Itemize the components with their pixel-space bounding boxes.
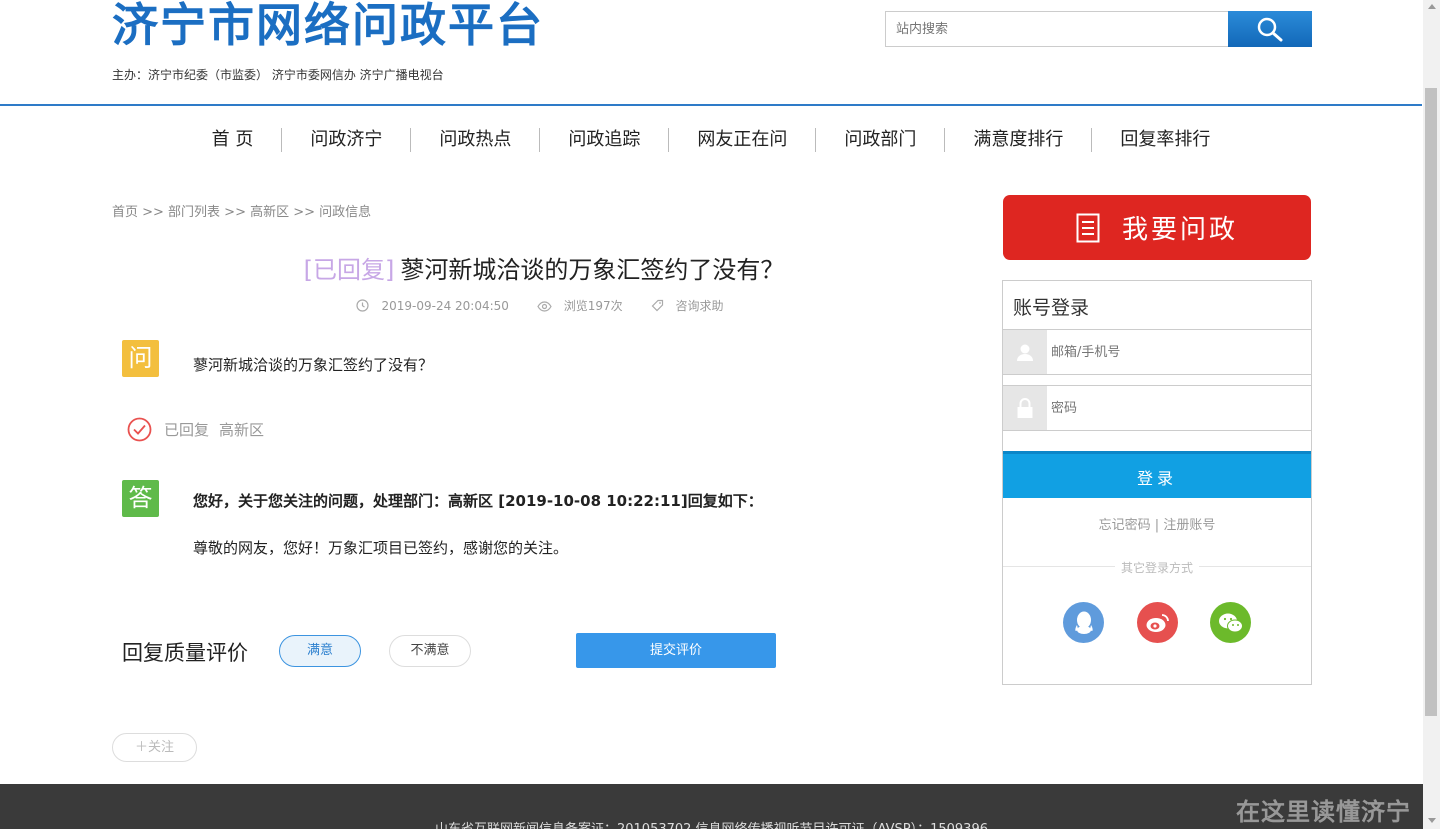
eye-icon — [537, 301, 552, 312]
search-icon — [1257, 17, 1283, 42]
weibo-icon — [1146, 613, 1169, 632]
meta-views-text: 浏览197次 — [563, 299, 623, 313]
other-login-label: 其它登录方式 — [1003, 559, 1311, 576]
username-input[interactable] — [1047, 330, 1311, 374]
submit-rating-button[interactable]: 提交评价 — [576, 633, 776, 668]
question-meta: 2019-09-24 20:04:50 浏览197次 咨询求助 — [112, 297, 976, 314]
rating-label: 回复质量评价 — [122, 641, 248, 665]
password-input[interactable] — [1047, 386, 1311, 430]
search-input[interactable] — [885, 11, 1228, 47]
main-nav: 首 页 问政济宁 问政热点 问政追踪 网友正在问 问政部门 满意度排行 回复率排… — [0, 120, 1422, 160]
watermark-slogan: 在这里读懂济宁 — [1236, 798, 1411, 826]
username-row — [1003, 329, 1311, 375]
nav-wenzheng-jining[interactable]: 问政济宁 — [282, 128, 410, 152]
vertical-scrollbar[interactable] — [1423, 0, 1440, 829]
meta-time-text: 2019-09-24 20:04:50 — [381, 299, 509, 313]
question-title-text: 蓼河新城洽谈的万象汇签约了没有？ — [400, 256, 785, 284]
answer-badge: 答 — [122, 480, 159, 517]
reply-status-row: 已回复 高新区 — [127, 417, 264, 442]
meta-views: 浏览197次 — [537, 299, 631, 313]
answer-content: 尊敬的网友，您好！万象汇项目已签约，感谢您的关注。 — [193, 539, 569, 557]
reply-department: 高新区 — [219, 421, 265, 439]
host-info: 主办：济宁市纪委（市监委） 济宁市委网信办 济宁广播电视台 — [112, 68, 444, 82]
satisfied-button[interactable]: 满意 — [279, 635, 361, 667]
header-divider — [0, 104, 1422, 106]
question-content: 蓼河新城洽谈的万象汇签约了没有？ — [193, 356, 434, 374]
footer: 山东省互联网新闻信息备案证：201053702 信息网络传播视听节目许可证（AV… — [0, 784, 1423, 829]
ask-question-button[interactable]: 我要问政 — [1003, 195, 1311, 260]
password-row — [1003, 385, 1311, 431]
nav-tracking[interactable]: 问政追踪 — [540, 128, 668, 152]
ask-question-label: 我要问政 — [1121, 215, 1238, 245]
nav-satisfaction-rank[interactable]: 满意度排行 — [945, 128, 1091, 152]
tag-icon — [651, 299, 663, 312]
clock-icon — [356, 299, 370, 312]
register-link[interactable]: 注册账号 — [1163, 518, 1215, 533]
login-button[interactable]: 登录 — [1003, 451, 1311, 498]
nav-netizens-asking[interactable]: 网友正在问 — [669, 128, 815, 152]
status-badge: [已回复] — [303, 256, 395, 284]
qq-icon — [1074, 611, 1093, 634]
scroll-up-arrow-icon[interactable] — [1428, 4, 1436, 9]
wechat-icon — [1218, 613, 1243, 632]
other-login-text: 其它登录方式 — [1114, 561, 1199, 575]
scroll-down-arrow-icon[interactable] — [1428, 818, 1436, 823]
meta-tag: 咨询求助 — [651, 299, 732, 313]
qq-login-button[interactable] — [1063, 602, 1104, 643]
answer-header: 您好，关于您关注的问题，处理部门：高新区 [2019-10-08 10:22:1… — [193, 492, 763, 510]
nav-reply-rate-rank[interactable]: 回复率排行 — [1092, 128, 1238, 152]
lock-icon — [1003, 386, 1047, 430]
breadcrumb[interactable]: 首页 >> 部门列表 >> 高新区 >> 问政信息 — [112, 201, 371, 220]
follow-label: 关注 — [148, 740, 175, 755]
nav-home[interactable]: 首 页 — [184, 128, 282, 152]
check-circle-icon — [127, 417, 152, 442]
nav-departments[interactable]: 问政部门 — [816, 128, 944, 152]
forgot-password-link[interactable]: 忘记密码 — [1099, 518, 1151, 533]
question-title: [已回复] 蓼河新城洽谈的万象汇签约了没有？ — [112, 250, 976, 285]
login-links: 忘记密码 | 注册账号 — [1098, 518, 1216, 533]
login-title: 账号登录 — [1013, 297, 1090, 319]
plus-icon: ＋ — [134, 740, 148, 755]
meta-tag-text: 咨询求助 — [675, 299, 724, 313]
user-icon — [1003, 330, 1047, 374]
ask-badge: 问 — [122, 340, 159, 377]
nav-hot-topics[interactable]: 问政热点 — [411, 128, 539, 152]
reply-status-text: 已回复 — [164, 421, 210, 439]
search-button[interactable] — [1228, 11, 1312, 47]
scrollbar-thumb[interactable] — [1425, 88, 1437, 716]
wechat-login-button[interactable] — [1210, 602, 1251, 643]
login-panel: 账号登录 登录 忘记密码 | 注册账号 其它登录方式 — [1002, 280, 1312, 685]
follow-button[interactable]: ＋关注 — [112, 733, 197, 762]
document-icon — [1076, 213, 1100, 242]
footer-license-text: 山东省互联网新闻信息备案证：201053702 信息网络传播视听节目许可证（AV… — [0, 818, 1423, 829]
unsatisfied-button[interactable]: 不满意 — [389, 635, 471, 667]
site-title[interactable]: 济宁市网络问政平台 — [112, 0, 544, 50]
weibo-login-button[interactable] — [1137, 602, 1178, 643]
meta-time: 2019-09-24 20:04:50 — [356, 299, 516, 313]
